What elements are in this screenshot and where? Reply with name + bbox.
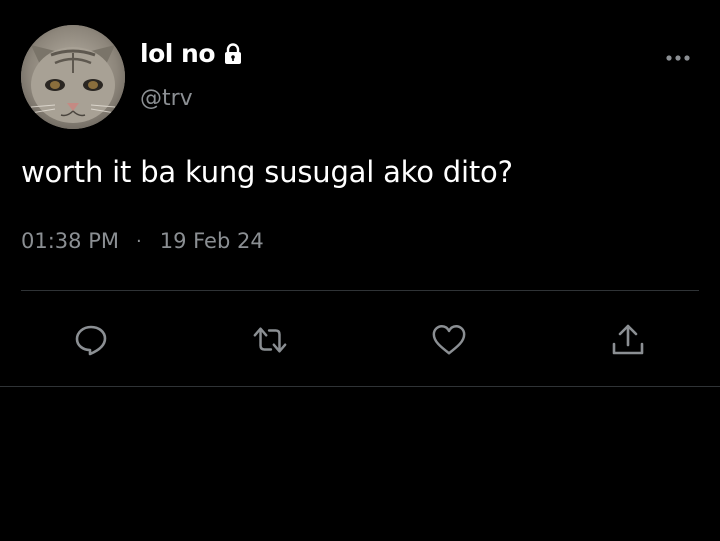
display-name[interactable]: lol no (140, 39, 245, 68)
more-horizontal-icon (666, 55, 690, 61)
tweet-text: worth it ba kung susugal ako dito? (21, 155, 513, 189)
like-button[interactable] (431, 322, 467, 358)
share-button[interactable] (610, 322, 646, 358)
lock-icon (225, 42, 241, 64)
more-options-button[interactable] (661, 47, 695, 69)
avatar[interactable] (21, 25, 125, 129)
share-icon (612, 324, 644, 355)
retweet-button[interactable] (252, 322, 288, 358)
tweet-time[interactable]: 01:38 PM (21, 229, 119, 253)
display-name-text: lol no (140, 39, 216, 68)
tweet-date[interactable]: 19 Feb 24 (160, 229, 264, 253)
reply-button[interactable] (73, 322, 109, 358)
cat-avatar-image (21, 25, 125, 129)
meta-separator: · (135, 230, 142, 252)
heart-icon (432, 325, 466, 355)
tweet-timestamp: 01:38 PM · 19 Feb 24 (21, 229, 264, 253)
divider (0, 386, 720, 387)
reply-icon (75, 325, 107, 356)
divider (21, 290, 699, 291)
user-handle[interactable]: @trv (140, 86, 193, 111)
retweet-icon (253, 327, 287, 353)
